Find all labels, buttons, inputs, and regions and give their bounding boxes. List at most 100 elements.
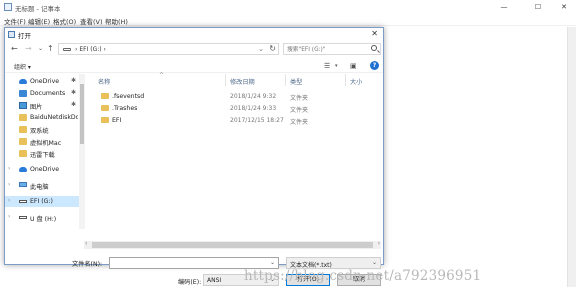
nav-item-efi-drive[interactable]: › EFI (G:)	[5, 196, 79, 207]
refresh-icon[interactable]: ↻	[269, 44, 276, 53]
nav-item-baidunetdisk[interactable]: BaiduNetdiskDo	[5, 112, 79, 123]
help-icon[interactable]: ?	[370, 61, 379, 70]
column-header-type[interactable]: 类型	[290, 77, 302, 86]
nav-item-label: EFI (G:)	[30, 198, 53, 205]
folder-icon	[101, 105, 109, 111]
hscroll-thumb[interactable]	[92, 242, 373, 248]
column-header-date[interactable]: 修改日期	[230, 77, 255, 86]
expand-chevron-icon[interactable]: ›	[8, 181, 10, 188]
chevron-down-icon[interactable]: ⌄	[270, 259, 275, 266]
nav-item-label: OneDrive	[30, 78, 60, 85]
menu-help[interactable]: 帮助(H)	[105, 16, 128, 26]
up-arrow-icon[interactable]: ↑	[47, 44, 54, 54]
drive-icon	[63, 48, 71, 51]
forward-arrow-icon[interactable]: →	[25, 44, 32, 54]
folder-icon	[19, 90, 27, 97]
recent-chevron-icon[interactable]: ⌄	[38, 44, 43, 54]
cloud-icon	[19, 167, 27, 172]
nav-item-onedrive[interactable]: › OneDrive	[5, 164, 79, 175]
folder-icon	[19, 126, 27, 133]
nav-item-label: 此电脑	[30, 184, 49, 191]
dialog-title: 打开	[18, 32, 31, 40]
navigation-pane: OneDrive ✱ Documents ✱ 图片 ✱ BaiduNetdisk…	[5, 74, 84, 229]
search-box[interactable]	[283, 43, 381, 55]
scroll-right-icon[interactable]: ›	[378, 240, 380, 247]
nav-item-pictures[interactable]: 图片 ✱	[5, 100, 79, 111]
nav-item-label: 虚拟机Mac	[30, 140, 62, 147]
file-date: 2018/1/24 9:33	[230, 105, 277, 112]
back-arrow-icon[interactable]: ←	[11, 44, 18, 54]
file-name: .Trashes	[112, 105, 138, 112]
file-date: 2018/1/24 9:32	[230, 93, 277, 100]
scroll-left-icon[interactable]: ‹	[85, 240, 87, 247]
folder-icon	[19, 114, 27, 121]
expand-chevron-icon[interactable]: ›	[8, 197, 10, 204]
notepad-scrollbar[interactable]	[567, 27, 576, 287]
menu-file[interactable]: 文件(F)	[4, 16, 26, 26]
file-row[interactable]: .Trashes 2018/1/24 9:33 文件夹	[91, 103, 381, 114]
file-type: 文件夹	[290, 107, 309, 114]
nav-item-this-pc[interactable]: › 此电脑	[5, 180, 79, 191]
nav-scroll-thumb[interactable]	[80, 84, 84, 144]
file-date: 2017/12/15 18:27	[230, 117, 284, 124]
search-input[interactable]	[287, 45, 367, 54]
nav-item-label: 迅雷下载	[30, 152, 55, 159]
notepad-menu-bar: 文件(F) 编辑(E) 格式(O) 查看(V) 帮助(H)	[0, 14, 576, 26]
file-type: 文件夹	[290, 119, 309, 126]
notepad-title-bar: 无标题 - 记事本 — ☐ ✕	[0, 0, 576, 14]
view-dropdown-icon[interactable]: ▾	[335, 62, 338, 70]
encoding-value: ANSI	[207, 277, 222, 284]
address-bar[interactable]: › EFI (G:) › ⌄ ↻	[58, 43, 279, 55]
filename-label: 文件名(N):	[72, 261, 103, 268]
file-row[interactable]: .fseventsd 2018/1/24 9:32 文件夹	[91, 91, 381, 102]
notepad-icon	[4, 3, 12, 11]
expand-chevron-icon[interactable]: ›	[8, 165, 10, 172]
file-list-hscrollbar[interactable]: ‹ ›	[84, 240, 381, 249]
nav-item-dual-system[interactable]: 双系统	[5, 124, 79, 135]
dialog-close-icon[interactable]: ✕	[371, 29, 378, 38]
nav-item-vm-mac[interactable]: 虚拟机Mac	[5, 136, 79, 147]
minimize-button[interactable]: —	[494, 2, 514, 12]
organize-button[interactable]: 组织 ▾	[14, 62, 31, 71]
preview-pane-icon[interactable]: ▣	[350, 62, 357, 70]
column-header-name[interactable]: 名称	[98, 77, 110, 86]
nav-item-usb-drive[interactable]: › U 盘 (H:)	[5, 212, 79, 223]
computer-icon	[19, 182, 27, 187]
nav-item-documents[interactable]: Documents ✱	[5, 88, 79, 99]
address-row: ← → ⌄ ↑ › EFI (G:) › ⌄ ↻	[5, 42, 383, 56]
column-divider[interactable]	[225, 74, 226, 86]
nav-scrollbar[interactable]	[79, 74, 85, 229]
pictures-icon	[19, 102, 27, 109]
dialog-toolbar: 组织 ▾ ☰ ▾ ▣ ?	[5, 59, 383, 73]
folder-icon	[101, 93, 109, 99]
dialog-icon	[8, 31, 15, 38]
cloud-icon	[19, 79, 27, 84]
nav-item-label: 双系统	[30, 128, 49, 135]
encoding-label: 编码(E):	[178, 279, 202, 286]
file-name: EFI	[112, 117, 122, 124]
watermark: https://blog.csdn.net/a792396951	[244, 268, 482, 284]
sort-ascending-icon: ^	[159, 72, 165, 79]
column-divider[interactable]	[285, 74, 286, 86]
file-type: 文件夹	[290, 95, 309, 102]
close-button[interactable]: ✕	[554, 2, 574, 12]
file-list: ^ 名称 修改日期 类型 大小 .fseventsd 2018/1/24 9:3…	[91, 72, 381, 229]
menu-view[interactable]: 查看(V)	[80, 16, 103, 26]
nav-item-xunlei[interactable]: 迅雷下载	[5, 148, 79, 159]
column-divider[interactable]	[345, 74, 346, 86]
chevron-down-icon: ⌄	[371, 259, 377, 266]
maximize-button[interactable]: ☐	[528, 2, 548, 12]
dialog-title-bar: 打开 ✕	[5, 28, 383, 41]
file-row[interactable]: EFI 2017/12/15 18:27 文件夹	[91, 115, 381, 126]
nav-item-onedrive-quick[interactable]: OneDrive ✱	[5, 76, 79, 87]
folder-icon	[101, 117, 109, 123]
column-header-size[interactable]: 大小	[350, 77, 362, 86]
menu-edit[interactable]: 编辑(E)	[28, 16, 50, 26]
pin-icon: ✱	[71, 77, 77, 84]
address-dropdown-icon[interactable]: ⌄	[258, 45, 264, 53]
menu-format[interactable]: 格式(O)	[53, 16, 76, 26]
expand-chevron-icon[interactable]: ›	[8, 213, 10, 220]
nav-item-label: Documents	[30, 90, 66, 97]
drive-icon	[19, 216, 27, 219]
view-options-icon[interactable]: ☰	[324, 62, 330, 70]
